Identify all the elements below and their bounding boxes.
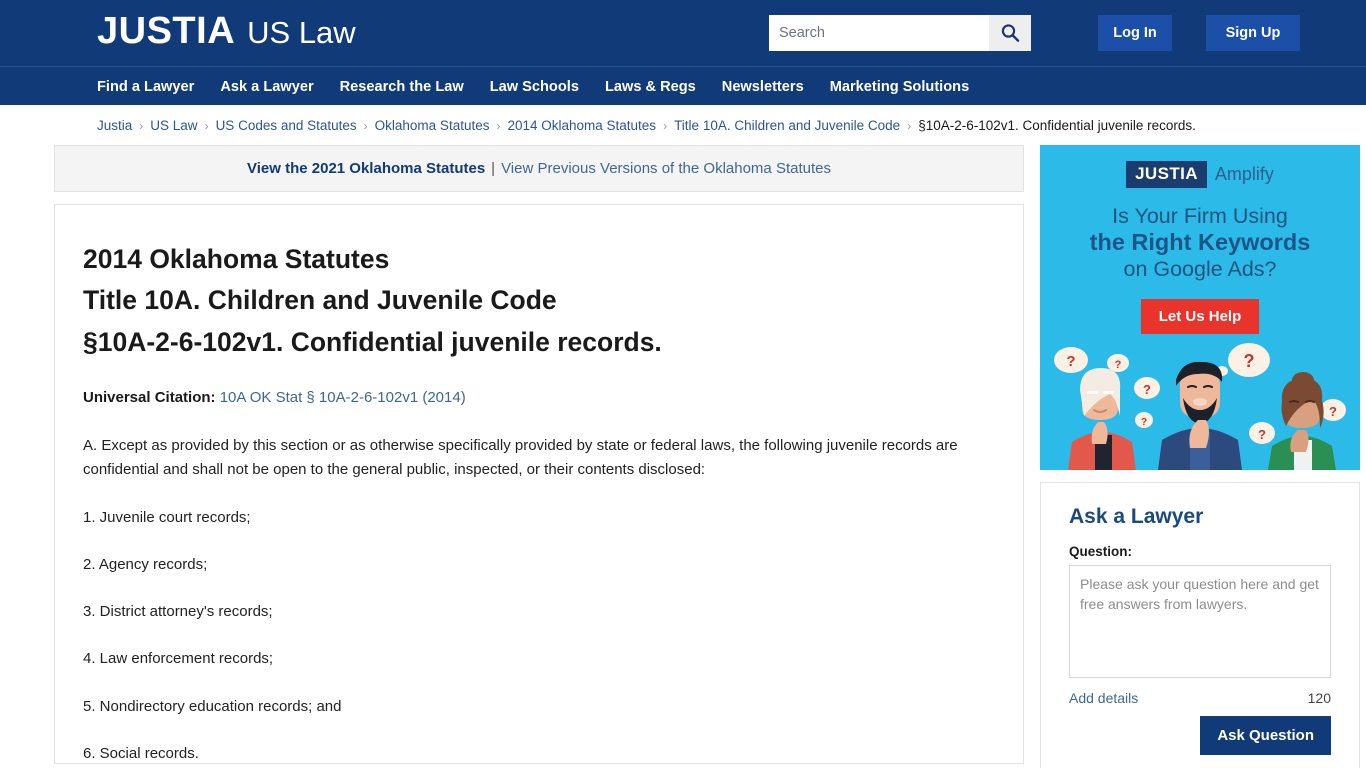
- statute-list-item-4: 4. Law enforcement records;: [83, 650, 274, 668]
- site-logo[interactable]: JUSTIA US Law: [97, 12, 356, 50]
- ad-logo-justia: JUSTIA: [1126, 161, 1207, 188]
- main-navigation: Find a Lawyer Ask a Lawyer Research the …: [0, 66, 1366, 105]
- breadcrumb-item-justia[interactable]: Justia: [97, 118, 132, 133]
- sidebar: JUSTIA Amplify Is Your Firm Using the Ri…: [1040, 145, 1360, 768]
- version-notice-bar: View the 2021 Oklahoma Statutes | View P…: [54, 145, 1024, 192]
- statute-list-item-6: 6. Social records.: [83, 745, 199, 763]
- page-title: 2014 Oklahoma Statutes Title 10A. Childr…: [83, 239, 995, 363]
- svg-text:?: ?: [1329, 404, 1337, 419]
- breadcrumb-separator-icon: ›: [907, 118, 912, 133]
- search-bar: [769, 15, 1031, 51]
- svg-text:?: ?: [1115, 359, 1122, 371]
- breadcrumb-separator-icon: ›: [663, 118, 668, 133]
- main-column: View the 2021 Oklahoma Statutes | View P…: [54, 145, 1024, 764]
- page-title-line-1: 2014 Oklahoma Statutes: [83, 244, 390, 274]
- ad-headline: Is Your Firm Using the Right Keywords on…: [1040, 204, 1360, 282]
- breadcrumb-separator-icon: ›: [363, 118, 368, 133]
- ad-cta-button[interactable]: Let Us Help: [1140, 298, 1260, 334]
- breadcrumb-item-us-codes-and-statutes[interactable]: US Codes and Statutes: [216, 118, 357, 133]
- brand-uslaw-text: US Law: [247, 15, 356, 50]
- svg-text:?: ?: [1258, 427, 1266, 442]
- svg-text:?: ?: [1244, 351, 1255, 371]
- search-icon: [1001, 24, 1020, 42]
- statute-list-item-1: 1. Juvenile court records;: [83, 508, 251, 526]
- brand-justia-text: JUSTIA: [97, 10, 236, 52]
- nav-item-newsletters[interactable]: Newsletters: [722, 79, 804, 95]
- page-title-line-2: Title 10A. Children and Juvenile Code: [83, 285, 557, 316]
- universal-citation-link[interactable]: 10A OK Stat § 10A-2-6-102v1 (2014): [220, 389, 466, 406]
- signup-button[interactable]: Sign Up: [1206, 15, 1300, 51]
- svg-text:?: ?: [1066, 353, 1075, 370]
- view-2021-statutes-link[interactable]: View the 2021 Oklahoma Statutes: [247, 160, 485, 177]
- breadcrumb-item-current: §10A-2-6-102v1. Confidential juvenile re…: [918, 118, 1196, 133]
- justia-amplify-ad[interactable]: JUSTIA Amplify Is Your Firm Using the Ri…: [1040, 145, 1360, 470]
- add-details-link[interactable]: Add details: [1069, 690, 1138, 706]
- breadcrumb-item-2014-oklahoma-statutes[interactable]: 2014 Oklahoma Statutes: [507, 118, 656, 133]
- question-input[interactable]: [1069, 565, 1331, 678]
- breadcrumb-separator-icon: ›: [139, 118, 144, 133]
- search-input[interactable]: [769, 15, 989, 51]
- ad-logo: JUSTIA Amplify: [1040, 145, 1360, 188]
- breadcrumb-separator-icon: ›: [496, 118, 501, 133]
- nav-item-find-a-lawyer[interactable]: Find a Lawyer: [97, 79, 194, 95]
- character-count: 120: [1307, 690, 1331, 706]
- nav-inner: Find a Lawyer Ask a Lawyer Research the …: [33, 67, 1333, 106]
- breadcrumb-item-oklahoma-statutes[interactable]: Oklahoma Statutes: [375, 118, 490, 133]
- statute-list-item-5: 5. Nondirectory education records; and: [83, 697, 342, 715]
- breadcrumb: Justia › US Law › US Codes and Statutes …: [33, 105, 1333, 145]
- header-inner: JUSTIA US Law Log In Sign Up: [33, 0, 1333, 66]
- universal-citation: Universal Citation: 10A OK Stat § 10A-2-…: [83, 389, 995, 406]
- site-header: JUSTIA US Law Log In Sign Up: [0, 0, 1366, 66]
- svg-text:?: ?: [1143, 382, 1151, 397]
- statute-paragraph-a: A. Except as provided by this section or…: [83, 436, 958, 479]
- statute-list-item-2: 2. Agency records;: [83, 555, 208, 573]
- page-layout: View the 2021 Oklahoma Statutes | View P…: [18, 145, 1360, 768]
- ad-headline-line-2: the Right Keywords: [1089, 229, 1311, 256]
- svg-text:?: ?: [1141, 417, 1147, 428]
- ad-illustration-thinking-people: ? ? ? ? ? ? ?: [1054, 343, 1346, 470]
- ad-headline-line-1: Is Your Firm Using: [1112, 204, 1288, 228]
- ask-question-button[interactable]: Ask Question: [1200, 716, 1331, 755]
- breadcrumb-item-title-10a[interactable]: Title 10A. Children and Juvenile Code: [674, 118, 900, 133]
- ask-a-lawyer-title: Ask a Lawyer: [1069, 505, 1204, 528]
- nav-item-marketing-solutions[interactable]: Marketing Solutions: [830, 79, 969, 95]
- statute-list-item-3: 3. District attorney's records;: [83, 603, 273, 621]
- ask-meta-row: Add details 120: [1069, 690, 1331, 706]
- nav-item-law-schools[interactable]: Law Schools: [490, 79, 579, 95]
- nav-item-ask-a-lawyer[interactable]: Ask a Lawyer: [220, 79, 313, 95]
- breadcrumb-separator-icon: ›: [204, 118, 209, 133]
- breadcrumb-item-us-law[interactable]: US Law: [150, 118, 197, 133]
- nav-item-research-the-law[interactable]: Research the Law: [340, 79, 464, 95]
- page-title-line-3: §10A-2-6-102v1. Confidential juvenile re…: [83, 326, 662, 357]
- ad-logo-amplify: Amplify: [1214, 164, 1274, 184]
- universal-citation-label: Universal Citation:: [83, 388, 216, 406]
- search-button[interactable]: [989, 15, 1031, 51]
- nav-item-laws-and-regs[interactable]: Laws & Regs: [605, 79, 696, 95]
- login-button[interactable]: Log In: [1098, 15, 1172, 51]
- ad-headline-line-3: on Google Ads?: [1123, 256, 1277, 281]
- statute-content-card: 2014 Oklahoma Statutes Title 10A. Childr…: [54, 204, 1024, 764]
- view-previous-versions-link[interactable]: View Previous Versions of the Oklahoma S…: [501, 160, 831, 177]
- notice-divider: |: [491, 160, 496, 177]
- question-label: Question:: [1069, 544, 1132, 559]
- ask-a-lawyer-widget: Ask a Lawyer Question: Add details 120 A…: [1040, 482, 1360, 768]
